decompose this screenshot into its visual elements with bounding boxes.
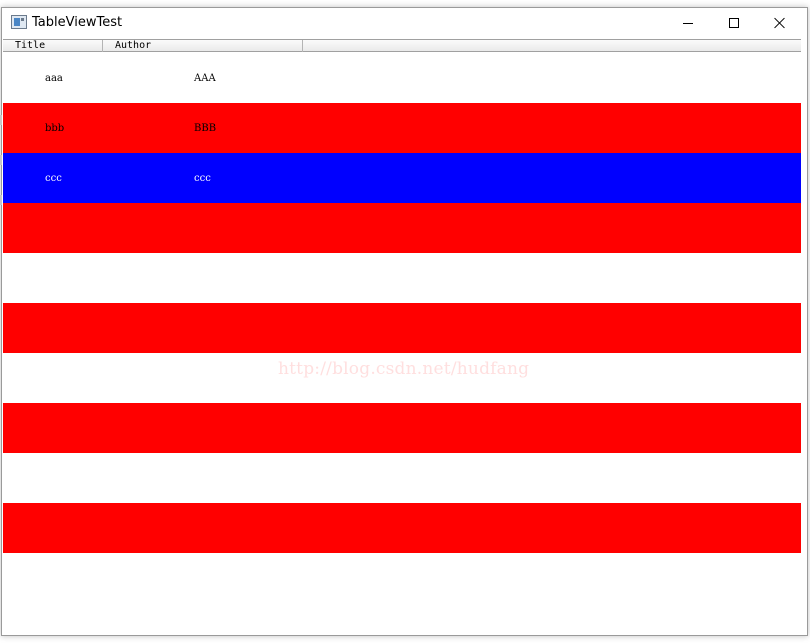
header-title[interactable]: Title — [3, 40, 103, 52]
table-view[interactable]: Title Author aaa AAA bbb BBB ccc ccc http://b… — [3, 39, 801, 635]
left-edge-mark — [0, 195, 2, 205]
cell-author[interactable]: AAA — [194, 73, 216, 84]
table-row[interactable] — [3, 453, 801, 503]
cell-author[interactable]: BBB — [194, 123, 216, 134]
window-title: TableViewTest — [32, 15, 123, 30]
close-icon — [774, 17, 786, 29]
table-row[interactable]: ccc ccc — [3, 153, 801, 203]
table-row[interactable] — [3, 403, 801, 453]
table-row[interactable]: aaa AAA — [3, 53, 801, 103]
table-row[interactable] — [3, 303, 801, 353]
table-row[interactable] — [3, 253, 801, 303]
cell-title[interactable]: aaa — [45, 73, 63, 84]
minimize-icon — [683, 22, 693, 24]
maximize-button[interactable] — [711, 8, 757, 38]
close-button[interactable] — [757, 8, 803, 38]
cell-title[interactable]: ccc — [45, 173, 62, 184]
table-row[interactable]: bbb BBB — [3, 103, 801, 153]
minimize-button[interactable] — [665, 8, 711, 38]
left-edge-mark — [0, 115, 2, 125]
left-edge-mark — [0, 155, 2, 165]
title-bar[interactable]: TableViewTest — [2, 8, 807, 38]
maximize-icon — [729, 18, 739, 28]
cell-author[interactable]: ccc — [194, 173, 211, 184]
table-header: Title Author — [3, 39, 801, 52]
table-row[interactable] — [3, 503, 801, 553]
table-row[interactable] — [3, 203, 801, 253]
cell-title[interactable]: bbb — [45, 123, 64, 134]
watermark-text: http://blog.csdn.net/hudfang — [278, 359, 530, 379]
application-window: TableViewTest Title Author aaa AAA bbb BBB c… — [1, 7, 808, 636]
app-window-icon — [11, 15, 27, 29]
header-author[interactable]: Author — [103, 40, 303, 52]
